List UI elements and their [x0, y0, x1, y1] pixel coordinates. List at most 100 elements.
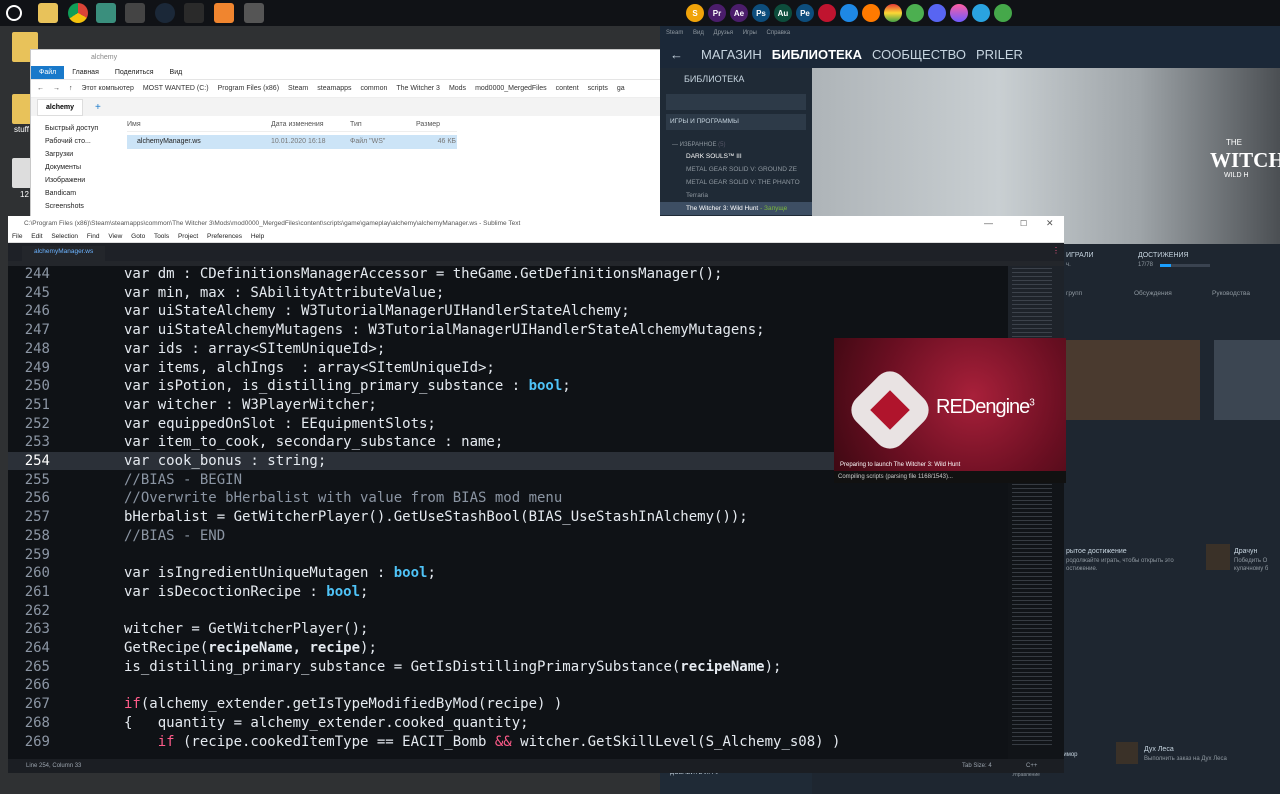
photoshop-icon[interactable]: Ps: [752, 4, 770, 22]
telegram-icon[interactable]: [972, 4, 990, 22]
library-home[interactable]: БИБЛИОТЕКА: [660, 68, 812, 90]
discord-icon[interactable]: [928, 4, 946, 22]
breadcrumb-item[interactable]: Steam: [288, 85, 308, 92]
address-bar[interactable]: ← → ↑ Этот компьютер MOST WANTED (C:) Pr…: [31, 80, 669, 98]
nav-item[interactable]: Screenshots: [35, 200, 115, 213]
audition-icon[interactable]: Au: [774, 4, 792, 22]
tray-icon-rainbow[interactable]: [884, 4, 902, 22]
tab-size[interactable]: Tab Size: 4: [962, 759, 992, 773]
breadcrumb-item[interactable]: mod0000_MergedFiles: [475, 85, 547, 92]
tab-groups[interactable]: групп: [1066, 290, 1082, 297]
menu-help[interactable]: Help: [251, 233, 264, 240]
menu-goto[interactable]: Goto: [131, 233, 145, 240]
steam-menu-item[interactable]: Справка: [767, 30, 791, 36]
menu-find[interactable]: Find: [87, 233, 100, 240]
utorrent-icon[interactable]: [994, 4, 1012, 22]
column-date[interactable]: Дата изменения: [271, 118, 350, 131]
library-search[interactable]: [666, 94, 806, 110]
menu-preferences[interactable]: Preferences: [207, 233, 242, 240]
app-taskbar-icon[interactable]: [96, 3, 116, 23]
explorer-tab[interactable]: alchemy: [37, 98, 84, 116]
game-taskbar-icon[interactable]: [125, 3, 145, 23]
witcher-taskbar-icon[interactable]: [184, 3, 204, 23]
ribbon-file[interactable]: Файл: [31, 66, 65, 79]
menu-tools[interactable]: Tools: [154, 233, 169, 240]
syntax[interactable]: C++: [1026, 759, 1037, 773]
record-icon[interactable]: [818, 4, 836, 22]
nav-item[interactable]: Загрузки: [35, 148, 115, 161]
screenshot-thumb[interactable]: [1062, 340, 1200, 420]
breadcrumb-item[interactable]: steamapps: [317, 85, 351, 92]
tray-icon-orange[interactable]: [862, 4, 880, 22]
game-item[interactable]: Terraria: [660, 189, 812, 202]
nav-item[interactable]: Рабочий сто...: [35, 135, 115, 148]
menu-project[interactable]: Project: [178, 233, 198, 240]
maximize-icon[interactable]: ☐: [1020, 216, 1027, 231]
ribbon-home[interactable]: Главная: [64, 69, 107, 79]
tray-icon-green[interactable]: [906, 4, 924, 22]
menu-view[interactable]: View: [108, 233, 122, 240]
itunes-icon[interactable]: [950, 4, 968, 22]
nav-community[interactable]: СООБЩЕСТВО: [872, 47, 966, 62]
tab-guides[interactable]: Руководства: [1212, 290, 1250, 297]
aftereffects-icon[interactable]: Ae: [730, 4, 748, 22]
screenshot-thumb[interactable]: [1214, 340, 1280, 420]
menu-file[interactable]: File: [12, 233, 22, 240]
up-icon[interactable]: ↑: [69, 85, 73, 92]
nav-library[interactable]: БИБЛИОТЕКА: [772, 47, 862, 62]
breadcrumb-item[interactable]: MOST WANTED (C:): [143, 85, 209, 92]
steam-taskbar-icon[interactable]: [155, 3, 175, 23]
breadcrumb-item[interactable]: ga: [617, 85, 625, 92]
nav-item[interactable]: Быстрый доступ: [35, 122, 115, 135]
explorer-taskbar-icon[interactable]: [38, 3, 58, 23]
back-icon[interactable]: ←: [37, 85, 44, 92]
nav-store[interactable]: МАГАЗИН: [701, 47, 762, 62]
favorites-header[interactable]: — ИЗБРАННОЕ (5): [660, 134, 812, 150]
column-size[interactable]: Размер: [416, 118, 456, 131]
file-tab[interactable]: alchemyManager.ws: [22, 246, 106, 261]
nav-item[interactable]: Bandicam: [35, 187, 115, 200]
breadcrumb-item[interactable]: Этот компьютер: [82, 85, 134, 92]
breadcrumb-item[interactable]: common: [361, 85, 388, 92]
new-tab-icon[interactable]: +: [95, 102, 101, 113]
premiere-icon[interactable]: Pr: [708, 4, 726, 22]
minimize-icon[interactable]: —: [984, 216, 993, 231]
steam-menu-item[interactable]: Друзья: [714, 30, 733, 36]
breadcrumb-item[interactable]: scripts: [588, 85, 608, 92]
chrome-taskbar-icon[interactable]: [68, 3, 88, 23]
steam-menu-item[interactable]: Игры: [743, 30, 757, 36]
back-arrow-icon[interactable]: ←: [670, 47, 683, 62]
breadcrumb-item[interactable]: The Witcher 3: [396, 85, 440, 92]
file-row[interactable]: alchemyManager.ws 10.01.2020 16:18 Файл …: [127, 135, 457, 149]
breadcrumb-item[interactable]: Mods: [449, 85, 466, 92]
tab-discussions[interactable]: Обсуждения: [1134, 290, 1172, 297]
ribbon-view[interactable]: Вид: [162, 69, 191, 79]
photoshop-elements-icon[interactable]: Pe: [796, 4, 814, 22]
more-icon[interactable]: ⋮: [1052, 246, 1060, 255]
steam-menu-item[interactable]: Вид: [693, 30, 704, 36]
achievements-label: ДОСТИЖЕНИЯ: [1138, 252, 1189, 259]
windows-start-icon[interactable]: [6, 5, 22, 21]
sublime-taskbar-icon[interactable]: [214, 3, 234, 23]
nav-item[interactable]: Изображени: [35, 174, 115, 187]
breadcrumb-item[interactable]: content: [556, 85, 579, 92]
steam-menu-item[interactable]: Steam: [666, 30, 683, 36]
library-filter[interactable]: ИГРЫ И ПРОГРАММЫ: [666, 114, 806, 130]
game-item[interactable]: DARK SOULS™ III: [660, 150, 812, 163]
headphones-icon[interactable]: [840, 4, 858, 22]
forward-icon[interactable]: →: [53, 85, 60, 92]
game-item[interactable]: METAL GEAR SOLID V: GROUND ZE: [660, 163, 812, 176]
nav-profile[interactable]: PRILER: [976, 47, 1023, 62]
witcher3-taskbar-icon[interactable]: [244, 3, 264, 23]
game-item[interactable]: METAL GEAR SOLID V: THE PHANTO: [660, 176, 812, 189]
game-item-active[interactable]: The Witcher 3: Wild Hunt - Запуще: [660, 202, 812, 215]
menu-edit[interactable]: Edit: [31, 233, 42, 240]
nav-item[interactable]: Документы: [35, 161, 115, 174]
breadcrumb-item[interactable]: Program Files (x86): [218, 85, 279, 92]
menu-selection[interactable]: Selection: [51, 233, 78, 240]
tray-icon-1[interactable]: S: [686, 4, 704, 22]
column-type[interactable]: Тип: [350, 118, 416, 131]
close-icon[interactable]: ✕: [1046, 216, 1054, 231]
ribbon-share[interactable]: Поделиться: [107, 69, 162, 79]
column-name[interactable]: Имя: [127, 118, 271, 131]
